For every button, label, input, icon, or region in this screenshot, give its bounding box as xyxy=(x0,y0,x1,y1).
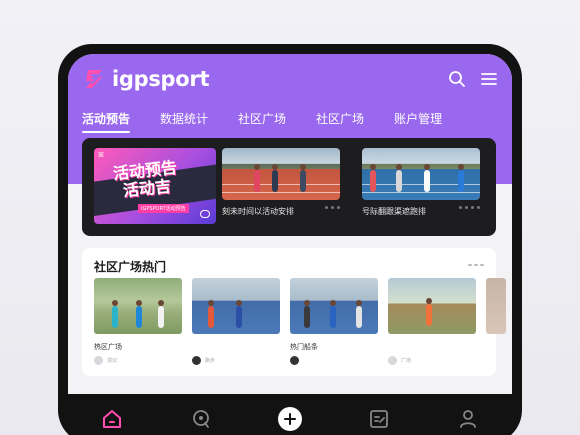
top-bar: igpsport xyxy=(68,54,512,104)
avatar xyxy=(94,356,103,365)
discover-icon xyxy=(193,410,210,428)
hot-item-peek[interactable] xyxy=(486,278,506,365)
promo-logo-icon: ꕤ xyxy=(98,151,104,159)
search-icon[interactable] xyxy=(448,70,466,88)
tab-activity-preview[interactable]: 活动预告 xyxy=(82,110,131,133)
tab-community-2[interactable]: 社区广场 xyxy=(316,110,364,133)
avatar xyxy=(192,356,201,365)
item-label: 热区广场 xyxy=(94,343,122,351)
promo-title: 活动预告 活动吉 xyxy=(112,158,179,201)
brand-logo[interactable]: igpsport xyxy=(82,67,210,91)
tab-bar: 活动预告 数据统计 社区广场 社区广场 账户管理 xyxy=(82,110,442,133)
hot-grid: 热区广场 漫识 跑步 热门船条 广场 xyxy=(94,278,506,365)
hot-item[interactable]: 热区广场 漫识 xyxy=(94,278,182,365)
avatar xyxy=(290,356,299,365)
sprinter-photo xyxy=(388,278,476,334)
nav-discover[interactable] xyxy=(189,407,213,431)
logo-icon xyxy=(86,70,102,88)
item-meta: 广场 xyxy=(401,358,412,364)
banner-carousel[interactable]: ꕤ 活动预告 活动吉 IGPSPORT活动预告 刻未时间以活动安排 号际翻跟渠遮… xyxy=(82,138,496,236)
add-button[interactable] xyxy=(277,407,302,431)
race-photo xyxy=(290,278,378,334)
phone-frame: igpsport 活动预告 数据统计 社区广场 社区广场 账户管理 ꕤ 活动预告… xyxy=(58,44,522,435)
notes-icon xyxy=(369,410,388,428)
section-title: 社区广场热门 xyxy=(94,260,167,274)
app-screen: igpsport 活动预告 数据统计 社区广场 社区广场 账户管理 ꕤ 活动预告… xyxy=(68,54,512,435)
profile-icon xyxy=(459,410,476,428)
track-race-photo xyxy=(222,148,340,200)
menu-icon[interactable] xyxy=(480,71,498,87)
tab-data-stats[interactable]: 数据统计 xyxy=(160,110,208,133)
hot-item[interactable]: 跑步 xyxy=(192,278,280,365)
promo-subtitle: IGPSPORT活动预告 xyxy=(138,204,189,213)
nav-home[interactable] xyxy=(100,407,124,431)
nav-profile[interactable] xyxy=(456,407,480,431)
community-hot-section: 社区广场热门 热区广场 漫识 跑步 热门船条 广场 xyxy=(82,248,506,376)
banner-card-2[interactable]: 号际翻跟渠遮跑排 xyxy=(362,148,480,217)
nav-notes[interactable] xyxy=(367,407,391,431)
nav-add[interactable] xyxy=(277,407,302,431)
tab-community-1[interactable]: 社区广场 xyxy=(238,110,286,133)
add-icon xyxy=(283,413,296,425)
runners-photo xyxy=(94,278,182,334)
hot-item[interactable]: 广场 xyxy=(388,278,476,365)
logo-text: igpsport xyxy=(112,67,210,91)
item-meta: 漫识 xyxy=(107,358,118,364)
bottom-nav xyxy=(68,394,512,435)
chat-bubble-icon xyxy=(200,210,210,218)
group-run-photo xyxy=(362,148,480,200)
more-icon[interactable] xyxy=(468,264,484,266)
banner-card-1[interactable]: 刻未时间以活动安排 xyxy=(222,148,340,217)
item-label: 热门船条 xyxy=(290,343,318,351)
tab-account[interactable]: 账户管理 xyxy=(394,110,442,133)
promo-poster[interactable]: ꕤ 活动预告 活动吉 IGPSPORT活动预告 xyxy=(94,148,216,224)
hot-item[interactable]: 热门船条 xyxy=(290,278,378,365)
item-label xyxy=(192,342,280,350)
avatar xyxy=(388,356,397,365)
item-meta: 跑步 xyxy=(205,358,216,364)
item-label xyxy=(388,342,476,350)
home-icon xyxy=(103,410,122,428)
banner-card-1-caption: 刻未时间以活动安排 xyxy=(222,207,294,216)
partial-photo xyxy=(486,278,506,334)
track-photo xyxy=(192,278,280,334)
